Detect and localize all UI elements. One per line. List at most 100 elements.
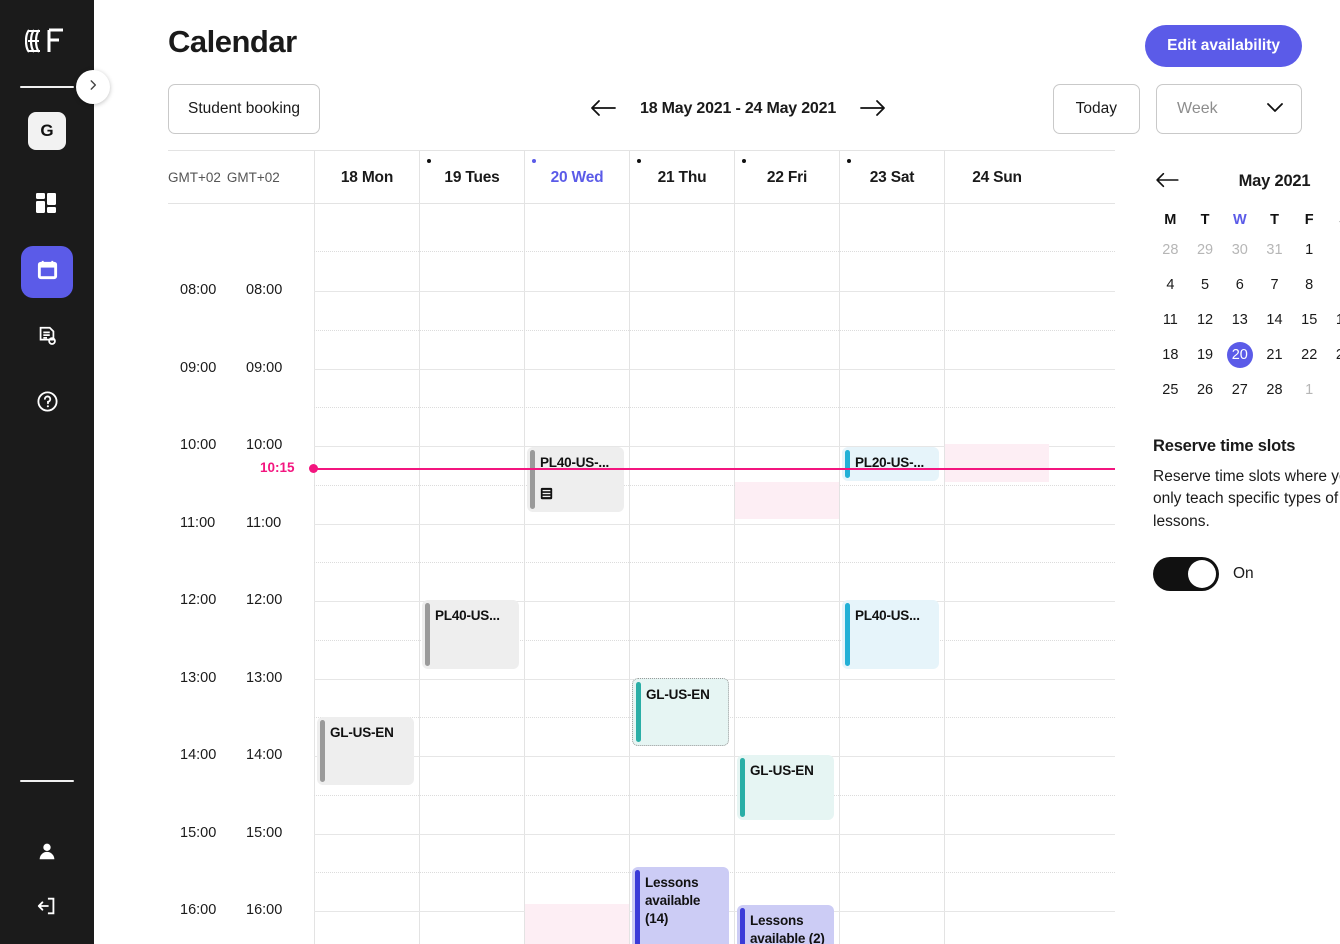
- event-accent-bar: [740, 758, 745, 817]
- mini-day[interactable]: 1: [1292, 237, 1327, 263]
- mini-day[interactable]: 31: [1257, 237, 1292, 263]
- edit-availability-button[interactable]: Edit availability: [1145, 25, 1302, 67]
- day-header-4[interactable]: 22 Fri: [734, 151, 839, 204]
- sidebar-item-profile[interactable]: [36, 840, 58, 867]
- mini-day[interactable]: 16: [1327, 307, 1340, 333]
- calendar-event[interactable]: PL40-US...: [422, 600, 519, 669]
- event-accent-bar: [635, 870, 640, 944]
- mini-prev-month-button[interactable]: [1153, 169, 1181, 194]
- time-label-row: 08:00 08:00: [168, 282, 314, 298]
- student-booking-button[interactable]: Student booking: [168, 84, 321, 134]
- reserve-toggle[interactable]: [1153, 557, 1219, 592]
- sidebar-expand-button[interactable]: [76, 70, 110, 104]
- time-label-row: 10:00 10:00: [168, 437, 314, 453]
- right-panel: May 2021 MTWTFSS282930311234567891011121…: [1135, 150, 1340, 944]
- time-label-left: 09:00: [180, 359, 217, 376]
- mini-day[interactable]: 28: [1257, 377, 1292, 403]
- today-button[interactable]: Today: [1052, 84, 1140, 134]
- mini-day[interactable]: 8: [1292, 272, 1327, 298]
- mini-day[interactable]: 9: [1327, 272, 1340, 298]
- mini-day[interactable]: 25: [1153, 377, 1188, 403]
- reserve-description: Reserve time slots where you can only te…: [1153, 468, 1340, 530]
- prev-week-button[interactable]: [588, 96, 618, 123]
- day-dot-icon: [637, 159, 641, 163]
- day-header-3[interactable]: 21 Thu: [629, 151, 734, 204]
- mini-day[interactable]: 6: [1222, 272, 1257, 298]
- hour-gridline: [314, 833, 1115, 835]
- main-content: Calendar Edit availability Student booki…: [94, 0, 1340, 944]
- avatar[interactable]: G: [28, 112, 66, 150]
- event-accent-bar: [320, 720, 325, 782]
- calendar-event[interactable]: GL-US-EN: [317, 717, 414, 785]
- day-dot-icon: [847, 159, 851, 163]
- mini-day[interactable]: 29: [1188, 237, 1223, 263]
- calendar-event[interactable]: Lessons available (2): [737, 905, 834, 944]
- arrow-left-icon: [590, 98, 616, 121]
- sidebar-divider-bottom: [20, 780, 74, 782]
- current-time-line: [314, 468, 1115, 470]
- calendar-event[interactable]: PL40-US...: [842, 600, 939, 669]
- sidebar-item-reports[interactable]: [21, 312, 73, 364]
- mini-day[interactable]: 28: [1153, 237, 1188, 263]
- calendar-event[interactable]: PL40-US-...: [527, 447, 624, 512]
- mini-day[interactable]: 1: [1292, 377, 1327, 403]
- mini-day[interactable]: 2: [1327, 237, 1340, 263]
- logout-icon: [36, 897, 58, 921]
- day-dot-icon: [427, 159, 431, 163]
- mini-day[interactable]: 27: [1222, 377, 1257, 403]
- half-hour-gridline: [314, 484, 1115, 486]
- day-header-label: 18 Mon: [340, 168, 394, 186]
- current-time-label: 10:15: [260, 460, 295, 475]
- time-label-right: 08:00: [246, 282, 283, 298]
- chevron-down-icon: [1265, 100, 1285, 119]
- sidebar-item-dashboard[interactable]: [21, 180, 73, 232]
- day-header-1[interactable]: 19 Tues: [419, 151, 524, 204]
- calendar-day-header: GMT+02 GMT+02 18 Mon 19 Tues 20 Wed 21 Thu 2…: [168, 151, 1115, 204]
- mini-day[interactable]: 2: [1327, 377, 1340, 403]
- mini-day[interactable]: 19: [1188, 342, 1223, 368]
- day-header-2[interactable]: 20 Wed: [524, 151, 629, 204]
- day-header-5[interactable]: 23 Sat: [839, 151, 944, 204]
- mini-day[interactable]: 26: [1188, 377, 1223, 403]
- half-hour-gridline: [314, 794, 1115, 796]
- sidebar-item-calendar[interactable]: [21, 246, 73, 298]
- calendar-event[interactable]: GL-US-EN: [737, 755, 834, 820]
- calendar-event[interactable]: Lessons available (14): [632, 867, 729, 944]
- mini-day[interactable]: 30: [1222, 237, 1257, 263]
- calendar-event[interactable]: PL20-US-...: [842, 447, 939, 481]
- person-icon: [36, 843, 58, 866]
- next-week-button[interactable]: [858, 96, 888, 123]
- mini-day-selected[interactable]: 20: [1226, 342, 1253, 368]
- hour-gridline: [314, 756, 1115, 757]
- event-accent-bar: [425, 603, 430, 666]
- day-header-6[interactable]: 24 Sun: [944, 151, 1049, 204]
- mini-day[interactable]: 22: [1292, 342, 1327, 368]
- mini-day[interactable]: 14: [1257, 307, 1292, 333]
- date-range-nav: 18 May 2021 - 24 May 2021: [588, 84, 888, 134]
- mini-day[interactable]: 4: [1153, 272, 1188, 298]
- mini-weekday-header: M: [1164, 212, 1177, 228]
- mini-weekday-header: T: [1200, 212, 1210, 228]
- mini-day[interactable]: 18: [1153, 342, 1188, 368]
- mini-day[interactable]: 23: [1327, 342, 1340, 368]
- mini-day[interactable]: 7: [1257, 272, 1292, 298]
- sidebar-item-help[interactable]: [21, 378, 73, 430]
- mini-day[interactable]: 11: [1153, 307, 1188, 333]
- sidebar-item-logout[interactable]: [36, 895, 58, 922]
- page-title: Calendar: [168, 24, 297, 59]
- time-label-row: 13:00 13:00: [168, 670, 314, 686]
- calendar-event[interactable]: GL-US-EN: [632, 678, 729, 746]
- mini-day[interactable]: 15: [1292, 307, 1327, 333]
- view-select[interactable]: Week: [1156, 84, 1302, 134]
- day-header-label: 23 Sat: [869, 168, 915, 186]
- time-label-left: 14:00: [180, 747, 217, 763]
- view-select-value: Week: [1177, 100, 1218, 117]
- day-header-0[interactable]: 18 Mon: [314, 151, 419, 204]
- mini-day[interactable]: 21: [1257, 342, 1292, 368]
- view-controls: Today Week: [1052, 84, 1302, 134]
- mini-day[interactable]: 13: [1222, 307, 1257, 333]
- hour-gridline: [314, 368, 1115, 370]
- mini-day[interactable]: 12: [1188, 307, 1223, 333]
- sidebar-divider-top: [20, 86, 74, 88]
- mini-day[interactable]: 5: [1188, 272, 1223, 298]
